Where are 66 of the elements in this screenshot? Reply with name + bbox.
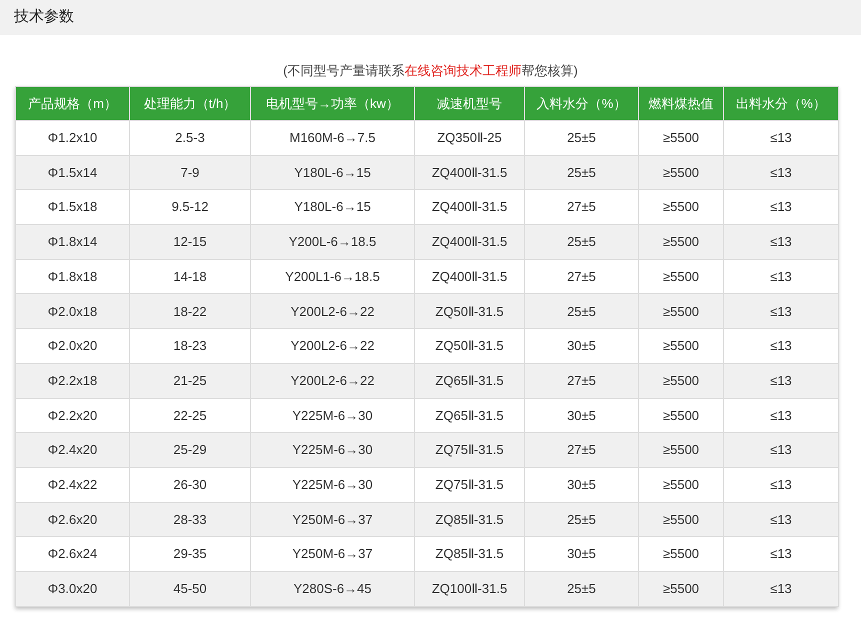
table-cell: ZQ75Ⅱ-31.5 [414, 432, 524, 468]
table-cell: Φ1.2x10 [16, 120, 130, 156]
table-cell: 27±5 [524, 432, 638, 468]
table-cell: ≥5500 [638, 536, 724, 572]
table-cell: 21-25 [130, 363, 250, 398]
table-cell: 27±5 [524, 363, 638, 398]
table-cell: ZQ350Ⅱ-25 [414, 120, 524, 156]
table-cell: ZQ50Ⅱ-31.5 [414, 328, 524, 364]
table-cell: ≤13 [724, 120, 838, 156]
table-cell: ≥5500 [638, 467, 724, 502]
table-cell: ≤13 [724, 536, 838, 572]
table-cell: 18-23 [130, 328, 250, 364]
table-cell: ZQ100Ⅱ-31.5 [414, 571, 524, 606]
table-cell: 26-30 [130, 467, 250, 502]
table-cell: Y250M-6→37 [250, 536, 414, 572]
table-cell: ≤13 [724, 328, 838, 364]
column-header: 燃料煤热值 [638, 86, 724, 120]
column-header: 减速机型号 [414, 86, 524, 120]
table-cell: ≤13 [724, 467, 838, 502]
table-cell: ≤13 [724, 432, 838, 468]
note-text: (不同型号产量请联系在线咨询技术工程师帮您核算) [283, 62, 578, 80]
table-cell: Φ2.2x18 [16, 363, 130, 398]
table-cell: 30±5 [524, 536, 638, 572]
table-cell: ZQ400Ⅱ-31.5 [414, 224, 524, 260]
table-cell: Y200L-6→18.5 [250, 224, 414, 260]
table-cell: Φ2.4x20 [16, 432, 130, 468]
table-cell: Y200L2-6→22 [250, 363, 414, 398]
table-cell: ≥5500 [638, 328, 724, 364]
table-cell: ≤13 [724, 571, 838, 606]
table-cell: ≤13 [724, 224, 838, 260]
consult-link[interactable]: 在线咨询技术工程师 [404, 63, 522, 78]
column-header: 处理能力（t/h） [130, 86, 250, 120]
table-cell: 25±5 [524, 120, 638, 156]
table-cell: Y280S-6→45 [250, 571, 414, 606]
table-cell: 2.5-3 [130, 120, 250, 156]
table-cell: ≤13 [724, 363, 838, 398]
table-cell: ZQ75Ⅱ-31.5 [414, 467, 524, 502]
table-cell: ≥5500 [638, 432, 724, 468]
column-header: 出料水分（%） [724, 86, 838, 120]
table-cell: Φ3.0x20 [16, 571, 130, 606]
table-cell: Φ2.4x22 [16, 467, 130, 502]
table-cell: 30±5 [524, 467, 638, 502]
table-cell: Y225M-6→30 [250, 467, 414, 502]
column-header: 产品规格（m） [16, 86, 130, 120]
table-cell: ≥5500 [638, 363, 724, 398]
table-cell: 30±5 [524, 328, 638, 364]
table-cell: 25-29 [130, 432, 250, 468]
table-cell: Y225M-6→30 [250, 432, 414, 468]
column-header: 入料水分（%） [524, 86, 638, 120]
table-cell: 45-50 [130, 571, 250, 606]
table-cell: ZQ65Ⅱ-31.5 [414, 363, 524, 398]
table-cell: M160M-6→7.5 [250, 120, 414, 156]
table-cell: 12-15 [130, 224, 250, 260]
table-cell: 25±5 [524, 571, 638, 606]
column-header: 电机型号→功率（kw） [250, 86, 414, 120]
table-cell: ZQ85Ⅱ-31.5 [414, 536, 524, 572]
table-cell: Φ1.8x14 [16, 224, 130, 260]
table-cell: Φ2.0x20 [16, 328, 130, 364]
table-cell: ≥5500 [638, 224, 724, 260]
table-cell: 25±5 [524, 224, 638, 260]
table-cell: Φ2.6x24 [16, 536, 130, 572]
section-title: 技术参数 [14, 7, 74, 28]
table-cell: ≥5500 [638, 571, 724, 606]
table-cell: 29-35 [130, 536, 250, 572]
table-cell: Y200L2-6→22 [250, 328, 414, 364]
table-cell: ≥5500 [638, 120, 724, 156]
